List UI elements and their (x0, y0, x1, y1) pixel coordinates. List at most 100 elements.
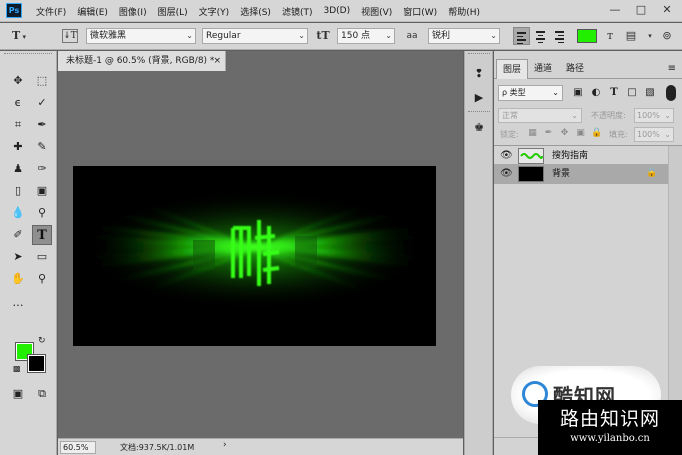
align-left-button[interactable] (513, 27, 530, 45)
dodge-tool-icon[interactable]: ⚲ (32, 203, 52, 223)
fill-field[interactable]: 100% ⌄ (634, 127, 674, 142)
filter-type-icon[interactable]: T (608, 86, 620, 100)
filter-smart-object-icon[interactable]: ▧ (644, 86, 656, 100)
watermark-title: 路由知识网 (559, 408, 660, 430)
menu-file[interactable]: 文件(F) (36, 5, 66, 18)
font-family-value: 微软雅黑 (90, 31, 127, 41)
quick-selection-tool-icon[interactable]: ✓ (32, 93, 52, 113)
document-tab[interactable]: 未标题-1 @ 60.5% (背景, RGB/8) * × (58, 51, 226, 71)
zoom-tool-icon[interactable]: ⚲ (32, 269, 52, 289)
menu-3d[interactable]: 3D(D) (323, 6, 350, 16)
panel-grip[interactable] (4, 53, 52, 57)
default-colors-icon[interactable]: ▩ (13, 364, 21, 373)
font-style-dropdown[interactable]: Regular ⌄ (202, 28, 308, 44)
tab-channels[interactable]: 通道 (528, 59, 558, 79)
align-right-icon (555, 31, 564, 45)
tab-layers[interactable]: 图层 (496, 59, 529, 79)
rectangle-tool-icon[interactable]: ▭ (32, 247, 52, 267)
gradient-tool-icon[interactable]: ▣ (32, 181, 52, 201)
swap-colors-icon[interactable]: ↻ (38, 336, 46, 346)
menu-image[interactable]: 图像(I) (119, 5, 147, 18)
lasso-tool-icon[interactable]: ϵ (8, 93, 28, 113)
maximize-icon[interactable]: □ (630, 2, 652, 18)
blend-mode-dropdown[interactable]: 正常 ⌄ (498, 108, 582, 123)
close-tab-icon[interactable]: × (213, 51, 221, 71)
chevron-down-icon[interactable]: ▾ (643, 28, 657, 44)
menu-layer[interactable]: 图层(L) (158, 5, 188, 18)
align-right-button[interactable] (552, 27, 569, 45)
menu-help[interactable]: 帮助(H) (448, 5, 480, 18)
zoom-field[interactable]: 60.5% (60, 441, 96, 454)
history-brush-tool-icon[interactable]: ✑ (32, 159, 52, 179)
font-size-dropdown[interactable]: 150 点 ⌄ (337, 28, 395, 44)
history-panel-icon[interactable]: ❢ (470, 65, 488, 83)
background-color-swatch[interactable] (27, 354, 46, 373)
warp-text-icon[interactable]: ᴛ (601, 28, 619, 44)
filter-adjustment-icon[interactable]: ◐ (590, 86, 602, 100)
marquee-tool-icon[interactable]: ⬚ (32, 71, 52, 91)
lock-all-icon[interactable]: 🔒 (591, 127, 602, 139)
close-icon[interactable]: ✕ (656, 2, 678, 18)
layer-row-background[interactable]: 👁 背景 🔒 (494, 164, 668, 184)
eyedropper-tool-icon[interactable]: ✒ (32, 115, 52, 135)
filter-pixel-icon[interactable]: ▣ (572, 86, 584, 100)
properties-panel-icon[interactable]: ♚ (470, 119, 488, 137)
antialias-dropdown[interactable]: 锐利 ⌄ (428, 28, 500, 44)
pen-tool-icon[interactable]: ✐ (8, 225, 28, 245)
status-bar: 60.5% 文档:937.5K/1.01M › (58, 438, 463, 455)
text-color-swatch[interactable] (577, 29, 597, 43)
healing-brush-tool-icon[interactable]: ✚ (8, 137, 28, 157)
hand-tool-icon[interactable]: ✋ (8, 269, 28, 289)
clone-stamp-tool-icon[interactable]: ♟ (8, 159, 28, 179)
3d-icon[interactable]: ⊚ (657, 28, 677, 44)
blend-mode-value: 正常 (502, 111, 518, 120)
screen-mode-icon[interactable]: ⧉ (32, 384, 52, 404)
edit-toolbar-icon[interactable]: … (8, 293, 28, 313)
eraser-tool-icon[interactable]: ▯ (8, 181, 28, 201)
watermark-url: www.yilanbo.cn (570, 433, 650, 444)
visibility-eye-icon[interactable]: 👁 (500, 150, 513, 162)
panel-menu-icon[interactable]: ≡ (668, 63, 676, 74)
actions-panel-icon[interactable]: ▶ (470, 89, 488, 107)
layer-row-text[interactable]: 👁 搜狗指南 (494, 146, 668, 166)
font-size-icon: tT (316, 29, 330, 42)
lock-transparent-icon[interactable]: ▦ (527, 127, 538, 139)
crop-tool-icon[interactable]: ⌗ (8, 115, 28, 135)
toggle-panels-icon[interactable]: ▤ (622, 28, 640, 44)
layer-kind-filter-dropdown[interactable]: ρ 类型 ⌄ (498, 85, 563, 101)
path-selection-tool-icon[interactable]: ➤ (8, 247, 28, 267)
antialias-icon: aa (406, 31, 418, 41)
align-center-button[interactable] (533, 27, 550, 45)
menu-items: 文件(F) 编辑(E) 图像(I) 图层(L) 文字(Y) 选择(S) 滤镜(T… (36, 0, 491, 22)
menu-select[interactable]: 选择(S) (240, 5, 271, 18)
font-family-dropdown[interactable]: 微软雅黑 ⌄ (86, 28, 196, 44)
type-tool-preset-icon[interactable]: T ▾ (6, 28, 32, 44)
canvas[interactable] (73, 166, 436, 346)
menu-edit[interactable]: 编辑(E) (77, 5, 108, 18)
menu-filter[interactable]: 滤镜(T) (282, 5, 313, 18)
visibility-eye-icon[interactable]: 👁 (500, 168, 513, 180)
menu-type[interactable]: 文字(Y) (199, 5, 230, 18)
filter-toggle[interactable] (666, 85, 676, 101)
minimize-icon[interactable]: — (604, 2, 626, 18)
options-bar: T ▾ ↡T 微软雅黑 ⌄ Regular ⌄ tT 150 点 ⌄ aa 锐利 ⌄ ᴛ… (0, 23, 682, 50)
move-tool-icon[interactable]: ✥ (8, 71, 28, 91)
quick-mask-icon[interactable]: ▣ (8, 384, 28, 404)
panel-grip[interactable] (468, 111, 490, 115)
lock-artboard-icon[interactable]: ▣ (575, 127, 586, 139)
panel-grip[interactable] (468, 53, 490, 57)
chevron-right-icon[interactable]: › (223, 440, 227, 450)
lock-image-icon[interactable]: ✒ (543, 127, 554, 139)
tab-paths[interactable]: 路径 (560, 59, 590, 79)
brush-tool-icon[interactable]: ✎ (32, 137, 52, 157)
menu-window[interactable]: 窗口(W) (403, 5, 437, 18)
layer-name: 搜狗指南 (552, 151, 589, 161)
layers-scrollbar[interactable] (668, 146, 682, 436)
lock-position-icon[interactable]: ✥ (559, 127, 570, 139)
blur-tool-icon[interactable]: 💧 (8, 203, 28, 223)
opacity-field[interactable]: 100% ⌄ (634, 108, 674, 123)
filter-shape-icon[interactable]: □ (626, 86, 638, 100)
text-orientation-icon[interactable]: ↡T (62, 29, 78, 43)
type-tool-icon[interactable]: T (32, 225, 52, 245)
menu-view[interactable]: 视图(V) (361, 5, 392, 18)
